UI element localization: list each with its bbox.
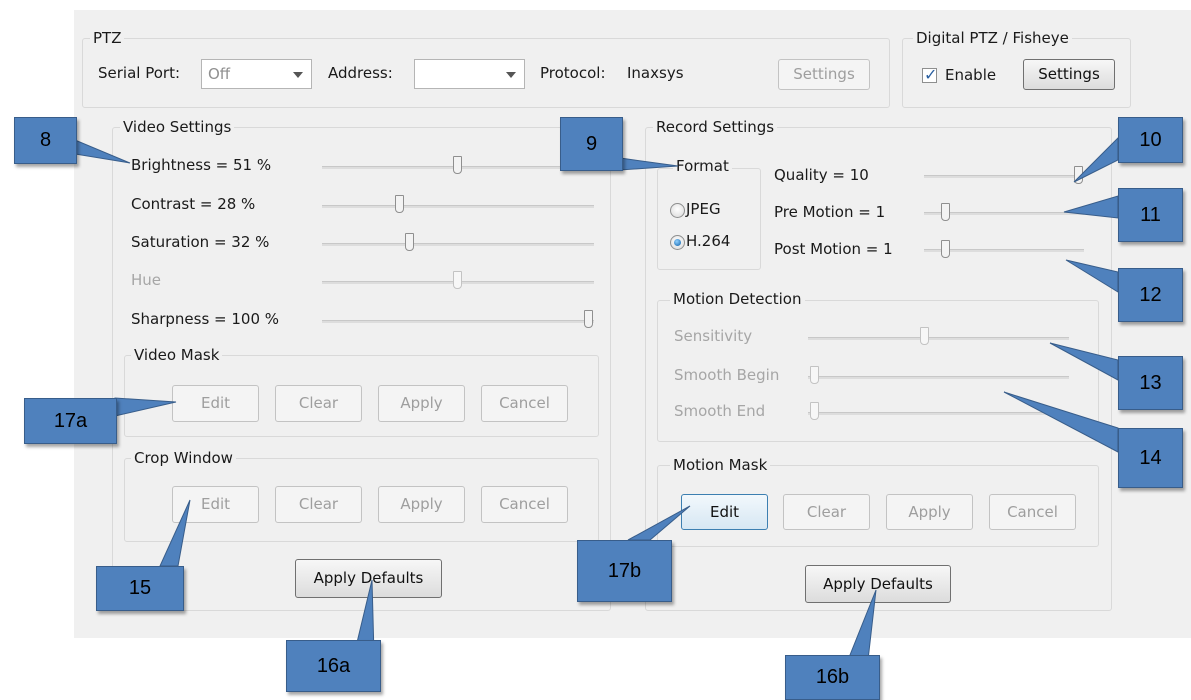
callout-10-pointer	[1073, 136, 1119, 183]
callout-17a-pointer	[114, 397, 177, 417]
callout-16b-pointer	[847, 589, 877, 661]
callout-9-pointer	[619, 157, 679, 171]
callout-8: 8	[14, 117, 77, 164]
callout-8-pointer	[74, 139, 131, 164]
callout-9: 9	[560, 117, 623, 171]
callout-16b: 16b	[785, 655, 880, 700]
callout-14: 14	[1118, 428, 1183, 488]
callout-13-pointer	[1049, 342, 1119, 381]
callout-17a: 17a	[24, 398, 117, 444]
callout-17b-pointer	[627, 505, 691, 541]
callout-13: 13	[1118, 356, 1183, 410]
callout-11-pointer	[1063, 195, 1119, 219]
callout-16a: 16a	[286, 640, 381, 692]
callout-12: 12	[1118, 268, 1183, 322]
callout-12-pointer	[1065, 259, 1119, 293]
callout-17b: 17b	[577, 540, 672, 602]
callout-14-pointer	[1003, 391, 1119, 453]
callout-15-pointer	[159, 499, 191, 567]
callout-10: 10	[1118, 117, 1183, 163]
callout-15: 15	[96, 566, 184, 611]
callout-11: 11	[1118, 188, 1183, 242]
